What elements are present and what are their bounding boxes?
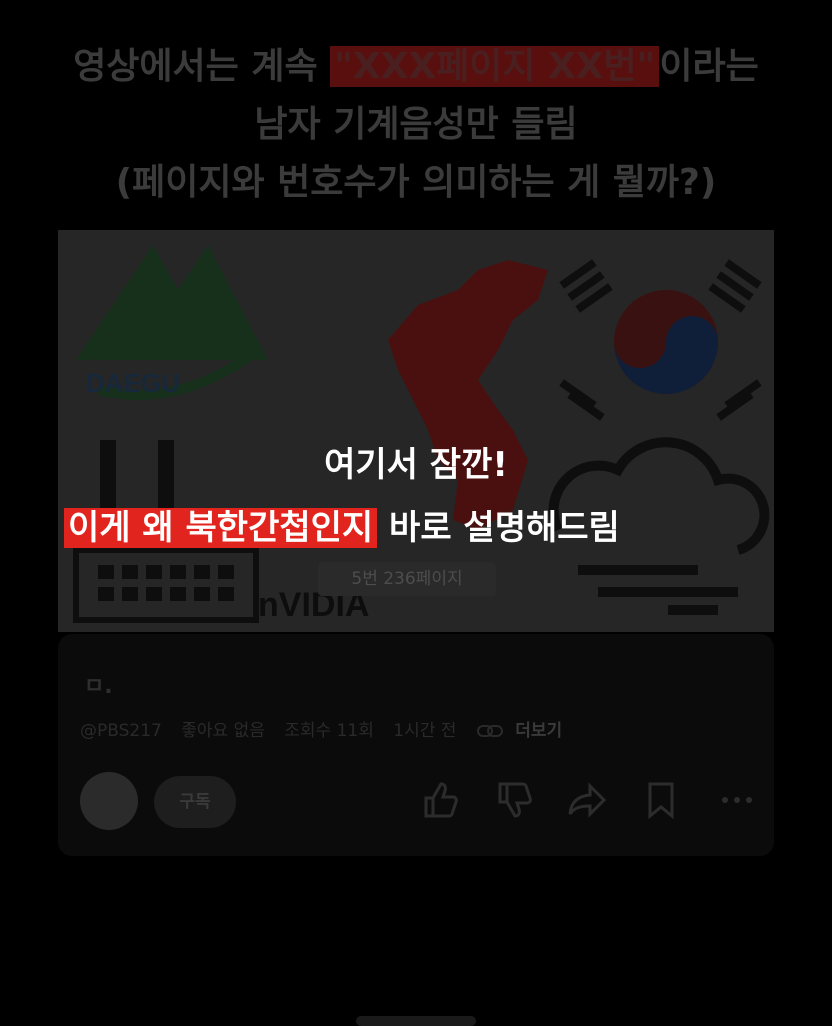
- bookmark-icon: [648, 782, 674, 820]
- overlay-line-1: 여기서 잠깐!: [324, 445, 508, 485]
- heading-line-1: 영상에서는 계속 "XXX페이지 XX번" 이라는: [0, 38, 832, 96]
- share-icon: [568, 782, 607, 818]
- thumbs-down-icon: [498, 782, 532, 818]
- subscribe-button[interactable]: 구독: [154, 776, 236, 828]
- share-button[interactable]: [566, 780, 608, 820]
- heading-line-1-post: 이라는: [659, 46, 759, 87]
- thumbs-up-icon: [424, 782, 458, 818]
- heading-line-2: 남자 기계음성만 들림: [254, 104, 578, 145]
- channel-handle[interactable]: @PBS217: [80, 721, 162, 741]
- overlay-line-2: 이게 왜 북한간첩인지 바로 설명해드림: [64, 502, 620, 554]
- video-meta: @PBS217 좋아요 없음 조회수 11회 1시간 전 더보기: [80, 716, 576, 741]
- view-count: 조회수 11회: [284, 721, 374, 741]
- more-link[interactable]: 더보기: [515, 721, 562, 741]
- more-options-button[interactable]: [720, 788, 754, 828]
- dislike-button[interactable]: [494, 780, 534, 820]
- background-heading: 영상에서는 계속 "XXX페이지 XX번" 이라는 남자 기계음성만 들림 (페이…: [0, 38, 832, 212]
- overlay-highlight: 이게 왜 북한간첩인지: [64, 508, 378, 548]
- overlay-line-2-rest: 바로 설명해드림: [377, 508, 620, 548]
- upload-time: 1시간 전: [393, 721, 457, 741]
- page-number-tag: 5번 236페이지: [318, 562, 496, 596]
- channel-avatar[interactable]: [80, 772, 138, 830]
- daegu-logo-text: DAEGU: [86, 368, 180, 398]
- heading-line-1-pre: 영상에서는 계속: [73, 46, 331, 87]
- video-title[interactable]: ㅁ.: [84, 668, 113, 700]
- home-indicator[interactable]: [356, 1016, 476, 1026]
- more-icon: [722, 797, 752, 803]
- heading-highlight: "XXX페이지 XX번": [330, 46, 660, 87]
- heading-line-3: (페이지와 번호수가 의미하는 게 뭘까?): [115, 162, 717, 203]
- link-icon: [476, 725, 503, 737]
- like-button[interactable]: [420, 780, 460, 820]
- save-button[interactable]: [644, 780, 680, 820]
- daegu-mountain-icon: [76, 245, 268, 360]
- like-count: 좋아요 없음: [181, 721, 265, 741]
- video-frame[interactable]: DAEGU nVIDIA 5번 236페이지: [58, 230, 774, 632]
